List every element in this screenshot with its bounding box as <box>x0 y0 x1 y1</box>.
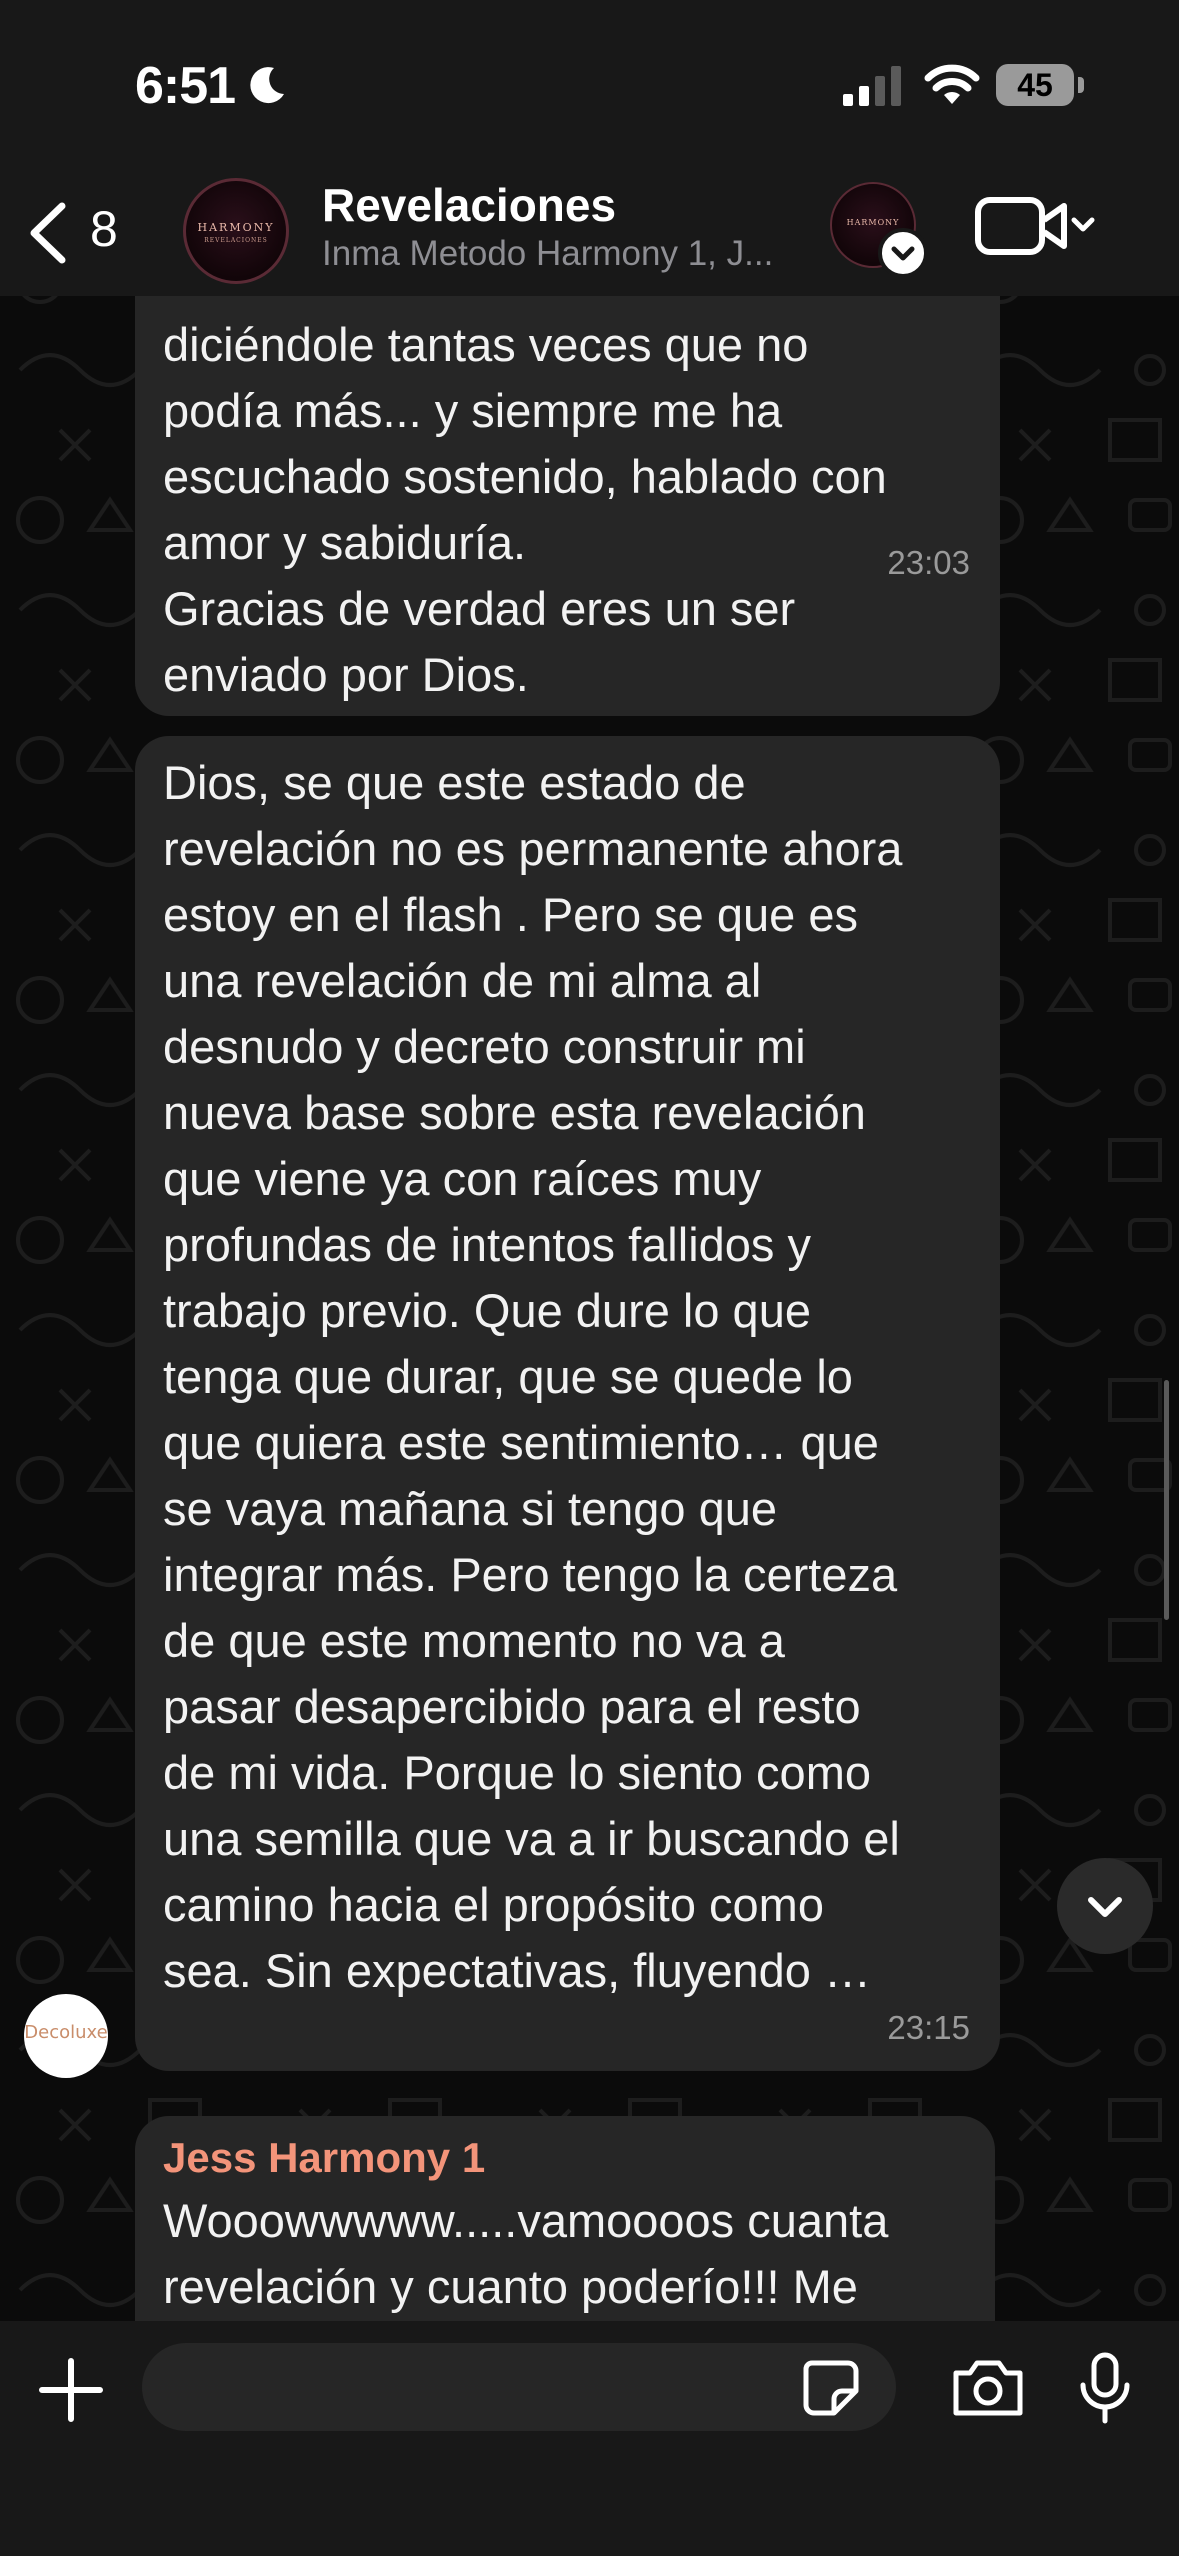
battery-indicator: 45 <box>996 64 1074 106</box>
message-bubble[interactable]: Dios, se que este estado de revelación n… <box>135 736 1000 2071</box>
chevron-down-icon <box>884 234 922 272</box>
chevron-down-icon <box>1088 1897 1122 1917</box>
cellular-signal-icon <box>843 66 901 106</box>
sender-avatar[interactable]: Decoluxe <box>24 1994 108 2078</box>
group-avatar-logo-subtext: REVELACIONES <box>204 237 268 244</box>
message-list[interactable]: diciéndole tantas veces que no podía más… <box>0 296 1179 2321</box>
message-text: Dios, se que este estado de revelación n… <box>163 756 903 1997</box>
wifi-icon <box>924 64 980 104</box>
group-avatar-logo-text: HARMONY <box>197 221 275 234</box>
scroll-to-bottom-button[interactable] <box>1057 1858 1153 1954</box>
status-time: 6:51 <box>135 57 236 115</box>
camera-icon[interactable] <box>950 2357 1026 2419</box>
status-bar: 6:51 45 <box>0 0 1179 170</box>
community-avatar-logo-text: HARMONY <box>846 218 900 227</box>
message-text: Wooowwwww.....vamoooos cuanta revelación… <box>163 2194 889 2313</box>
sender-avatar-logo-text: Decoluxe <box>24 2022 108 2043</box>
battery-tip <box>1078 77 1084 93</box>
back-unread-count[interactable]: 8 <box>90 200 118 258</box>
message-timestamp: 23:15 <box>887 2009 970 2046</box>
moon-icon <box>250 67 284 104</box>
message-text: diciéndole tantas veces que no podía más… <box>163 318 887 701</box>
microphone-icon[interactable] <box>1075 2351 1135 2425</box>
back-chevron-icon[interactable] <box>22 198 72 268</box>
community-dropdown-badge[interactable] <box>878 228 928 278</box>
message-bubble[interactable]: diciéndole tantas veces que no podía más… <box>135 296 1000 716</box>
message-input[interactable] <box>142 2343 896 2431</box>
message-sender-name[interactable]: Jess Harmony 1 <box>163 2134 485 2182</box>
message-bubble[interactable]: Jess Harmony 1 Wooowwwww.....vamoooos cu… <box>135 2116 995 2321</box>
video-call-icon[interactable] <box>972 194 1102 258</box>
scrollbar-thumb[interactable] <box>1164 1380 1169 1620</box>
battery-level: 45 <box>1017 67 1053 103</box>
message-timestamp: 23:03 <box>887 544 970 581</box>
chat-header: 8 HARMONY REVELACIONES Revelaciones Inma… <box>0 170 1179 296</box>
plus-icon[interactable] <box>38 2357 104 2423</box>
group-avatar[interactable]: HARMONY REVELACIONES <box>183 178 289 284</box>
chat-participants[interactable]: Inma Metodo Harmony 1, J... <box>322 234 802 274</box>
sticker-icon[interactable] <box>802 2359 860 2417</box>
message-composer <box>0 2321 1179 2556</box>
chat-title[interactable]: Revelaciones <box>322 178 616 232</box>
